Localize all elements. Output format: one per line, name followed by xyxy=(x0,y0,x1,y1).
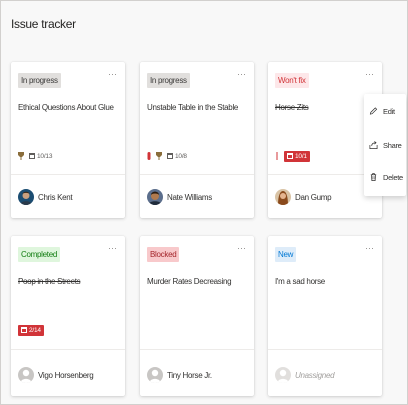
issue-title: Unstable Table in the Stable xyxy=(147,103,239,112)
menu-item-label: Edit xyxy=(383,106,395,116)
menu-item-delete[interactable]: Delete xyxy=(369,172,403,182)
due-date: 10/8 xyxy=(167,153,187,160)
divider xyxy=(11,349,125,350)
priority-icon xyxy=(276,152,278,160)
assignee-name: Tiny Horse Jr. xyxy=(167,370,212,380)
divider xyxy=(11,174,125,175)
issue-title: I'm a sad horse xyxy=(275,277,325,286)
issue-title: Poop in the Streets xyxy=(18,277,81,286)
due-date: 10/13 xyxy=(29,153,52,160)
due-date: 2/14 xyxy=(18,324,44,336)
more-options-button[interactable]: ··· xyxy=(365,70,374,79)
app-frame: Issue tracker In progress ··· Ethical Qu… xyxy=(0,0,408,405)
priority-icon xyxy=(147,152,151,160)
avatar-placeholder xyxy=(275,367,291,383)
context-menu: Edit Share Delete xyxy=(364,94,406,196)
assignee[interactable]: Chris Kent xyxy=(18,189,73,205)
more-options-button[interactable]: ··· xyxy=(108,244,117,253)
divider xyxy=(140,174,254,175)
priority-icon xyxy=(156,152,162,160)
issue-card[interactable]: In progress ··· Unstable Table in the St… xyxy=(140,62,254,218)
avatar xyxy=(147,189,163,205)
card-meta: 10/8 xyxy=(147,150,187,162)
more-options-button[interactable]: ··· xyxy=(237,244,246,253)
due-date-text: 10/1 xyxy=(295,152,307,160)
issue-title: Murder Rates Decreasing xyxy=(147,277,232,286)
page-title: Issue tracker xyxy=(11,17,76,31)
priority-icon xyxy=(18,152,24,160)
more-options-button[interactable]: ··· xyxy=(108,70,117,79)
avatar-placeholder xyxy=(18,367,34,383)
status-badge: Completed xyxy=(18,247,60,262)
more-options-button[interactable]: ··· xyxy=(237,70,246,79)
due-date-text: 10/8 xyxy=(175,152,187,160)
assignee-name: Dan Gump xyxy=(295,192,332,202)
status-badge: Won't fix xyxy=(275,73,309,88)
status-badge: New xyxy=(275,247,297,262)
menu-item-label: Share xyxy=(383,140,402,150)
due-date-text: 2/14 xyxy=(29,326,41,334)
assignee[interactable]: Dan Gump xyxy=(275,189,332,205)
calendar-icon xyxy=(29,153,35,159)
card-meta: 10/1 xyxy=(275,150,310,162)
avatar xyxy=(18,189,34,205)
assignee-name: Chris Kent xyxy=(38,192,73,202)
avatar xyxy=(275,189,291,205)
calendar-icon xyxy=(167,153,173,159)
trash-icon xyxy=(370,173,377,181)
card-meta: 2/14 xyxy=(18,324,44,336)
menu-item-label: Delete xyxy=(383,172,403,182)
divider xyxy=(140,349,254,350)
share-icon xyxy=(369,141,378,149)
more-options-button[interactable]: ··· xyxy=(365,244,374,253)
status-badge: Blocked xyxy=(147,247,180,262)
assignee[interactable]: Vigo Horsenberg xyxy=(18,367,94,383)
avatar-placeholder xyxy=(147,367,163,383)
issue-title: Horse Zits xyxy=(275,103,309,112)
due-date-text: 10/13 xyxy=(37,152,53,160)
divider xyxy=(268,349,382,350)
assignee-name: Nate Williams xyxy=(167,192,212,202)
issue-card[interactable]: New ··· I'm a sad horse Unassigned xyxy=(268,236,382,396)
menu-item-edit[interactable]: Edit xyxy=(369,106,395,116)
issue-card[interactable]: In progress ··· Ethical Questions About … xyxy=(11,62,125,218)
calendar-icon xyxy=(21,327,27,333)
due-date: 10/1 xyxy=(284,150,310,162)
assignee[interactable]: Unassigned xyxy=(275,367,335,383)
assignee[interactable]: Nate Williams xyxy=(147,189,212,205)
card-meta: 10/13 xyxy=(18,150,52,162)
assignee[interactable]: Tiny Horse Jr. xyxy=(147,367,212,383)
menu-item-share[interactable]: Share xyxy=(369,140,402,150)
status-badge: In progress xyxy=(18,73,61,88)
assignee-name: Vigo Horsenberg xyxy=(38,370,94,380)
pencil-icon xyxy=(369,107,378,115)
issue-card[interactable]: Completed ··· Poop in the Streets 2/14 V… xyxy=(11,236,125,396)
calendar-icon xyxy=(287,153,293,159)
assignee-name: Unassigned xyxy=(295,370,335,380)
status-badge: In progress xyxy=(147,73,190,88)
issue-card[interactable]: Blocked ··· Murder Rates Decreasing Tiny… xyxy=(140,236,254,396)
issue-title: Ethical Questions About Glue xyxy=(18,103,114,112)
